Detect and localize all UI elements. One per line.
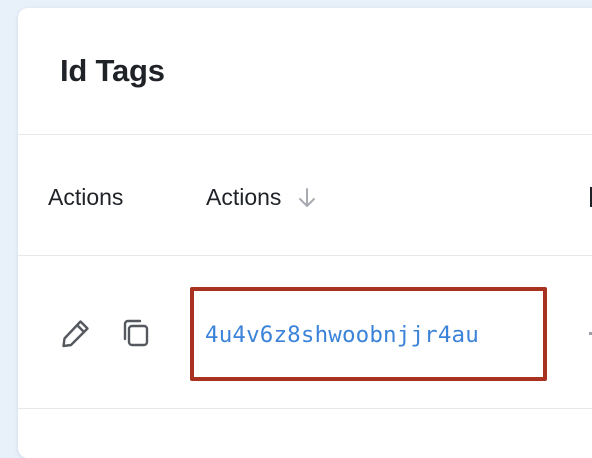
column-header-tag[interactable]: Actions xyxy=(206,184,317,211)
tag-link[interactable]: 4u4v6z8shwoobnjjr4au xyxy=(205,322,479,348)
id-tags-card: Id Tags Actions Actions 4u4v6z8shwoobnjj… xyxy=(18,8,592,458)
card-header: Id Tags xyxy=(18,8,592,135)
copy-icon xyxy=(123,319,149,347)
sort-arrow-down-icon[interactable] xyxy=(297,186,317,210)
table-row: 4u4v6z8shwoobnjjr4au xyxy=(18,256,592,409)
table-header-row: Actions Actions xyxy=(18,135,592,256)
copy-button[interactable] xyxy=(119,316,153,350)
page-title: Id Tags xyxy=(60,52,165,88)
column-header-actions: Actions xyxy=(48,184,124,210)
column-header-tag-label[interactable]: Actions xyxy=(206,184,281,211)
edit-button[interactable] xyxy=(59,316,93,350)
pencil-icon xyxy=(62,320,89,348)
